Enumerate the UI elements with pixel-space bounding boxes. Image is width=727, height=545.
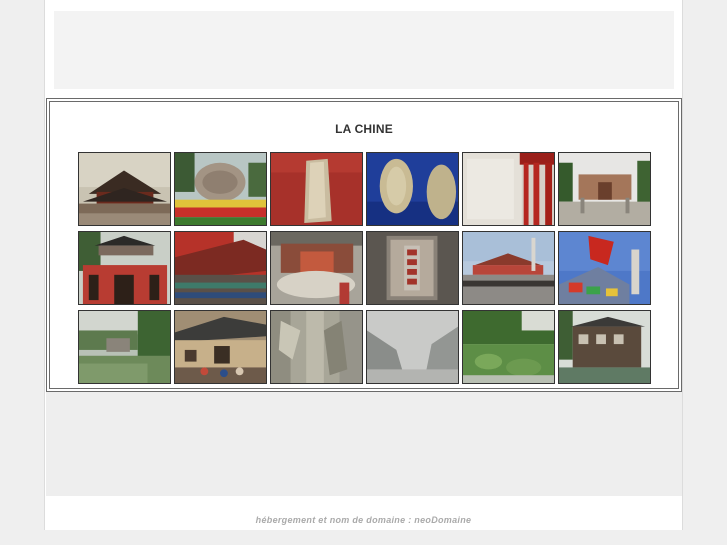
thumbnail-tiananmen-square[interactable] xyxy=(462,231,555,305)
thumbnail-village-lake[interactable] xyxy=(78,310,171,384)
thumbnail-temple-eaves[interactable] xyxy=(174,231,267,305)
gallery-title: LA CHINE xyxy=(335,122,393,136)
thumbnail-oracle-bones[interactable] xyxy=(366,152,459,226)
photo-gallery: LA CHINE xyxy=(46,98,682,392)
thumbnail-lotus-pond[interactable] xyxy=(462,310,555,384)
thumbnail-pagoda-roof[interactable] xyxy=(78,152,171,226)
thumbnail-wooden-waterhouse[interactable] xyxy=(558,310,651,384)
thumbnail-misty-gorge[interactable] xyxy=(366,310,459,384)
thumbnail-grid xyxy=(78,152,651,384)
thumbnail-carved-stone-flowers[interactable] xyxy=(174,152,267,226)
header-banner xyxy=(54,11,674,89)
thumbnail-old-house-crowd[interactable] xyxy=(174,310,267,384)
content-spacer xyxy=(46,392,682,496)
thumbnail-bone-artifact[interactable] xyxy=(270,152,363,226)
thumbnail-red-gate[interactable] xyxy=(78,231,171,305)
thumbnail-dragon-boat-flag[interactable] xyxy=(558,231,651,305)
thumbnail-red-colonnade[interactable] xyxy=(462,152,555,226)
thumbnail-stone-stele[interactable] xyxy=(366,231,459,305)
page-container: LA CHINE hébergement et nom de domaine:… xyxy=(44,0,683,530)
footer-hosting-link[interactable]: hébergement et nom de domaine : neoDomai… xyxy=(45,515,682,525)
thumbnail-carved-stone-texture[interactable] xyxy=(270,310,363,384)
gallery-frame: LA CHINE xyxy=(49,101,679,389)
thumbnail-temple-courtyard[interactable] xyxy=(558,152,651,226)
thumbnail-temple-incense[interactable] xyxy=(270,231,363,305)
